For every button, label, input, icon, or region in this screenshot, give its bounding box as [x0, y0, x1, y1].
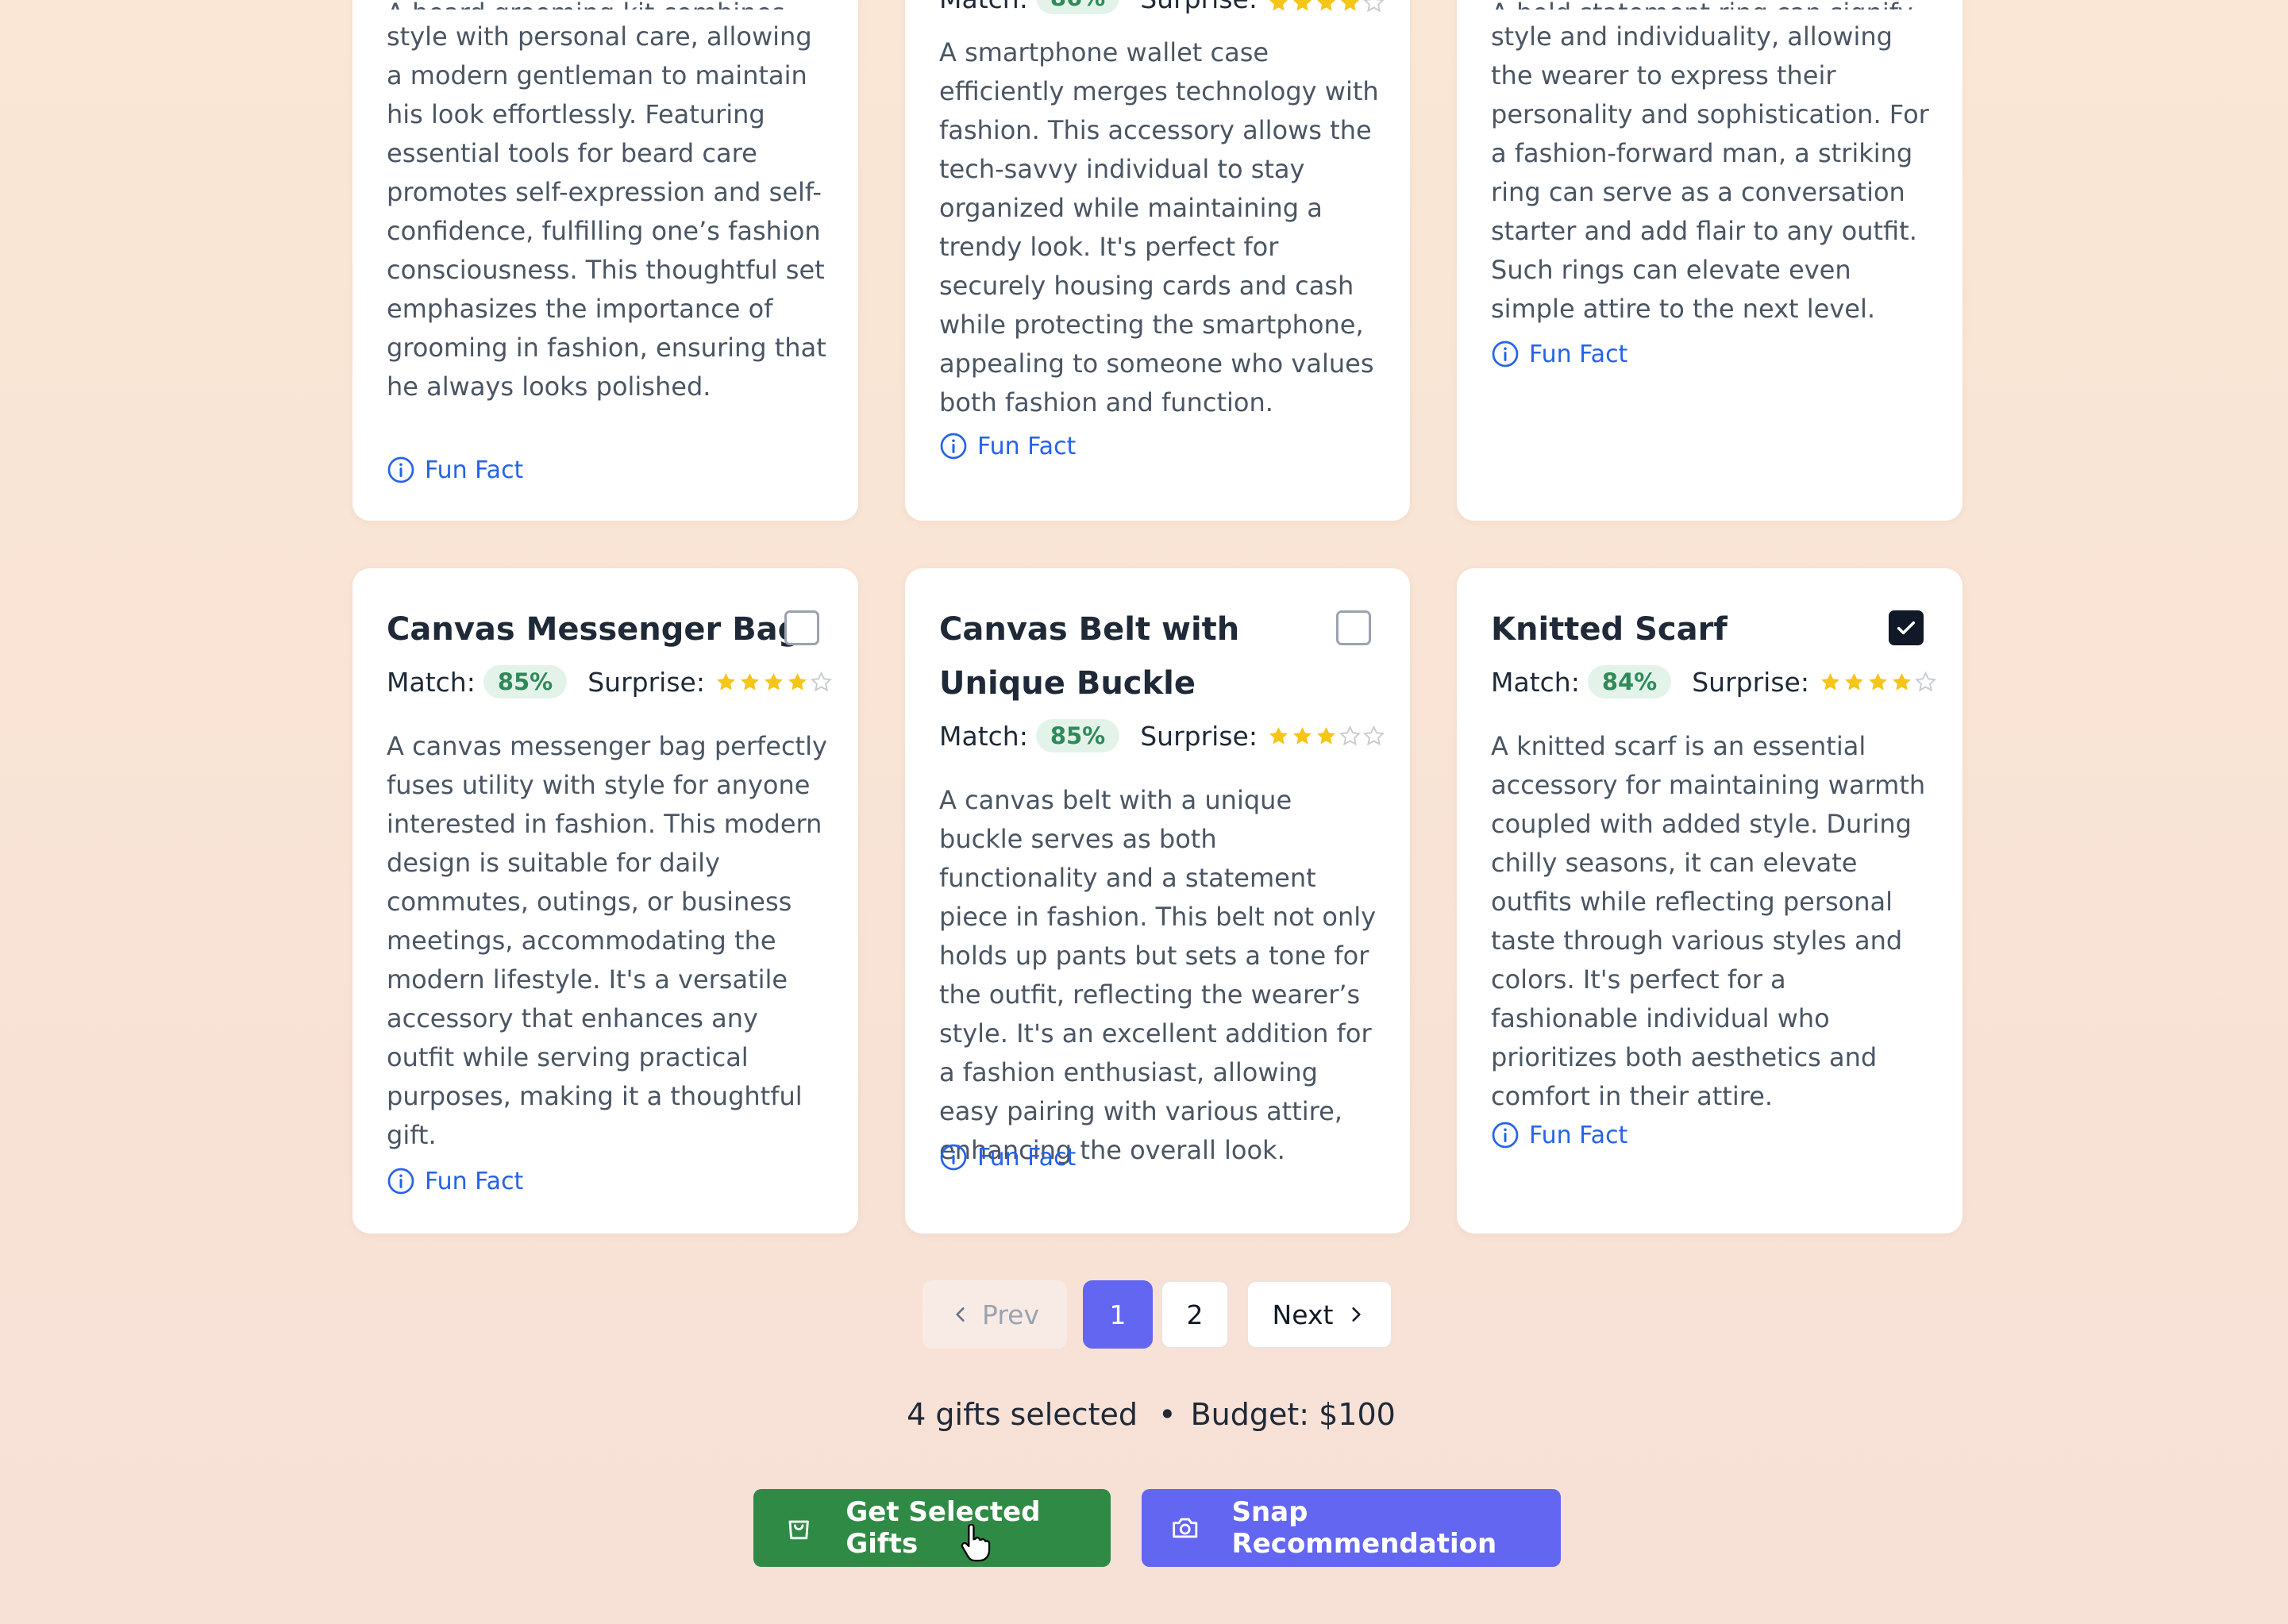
fun-fact-link[interactable]: Fun Fact	[387, 456, 523, 484]
match-label: Match:	[387, 666, 476, 698]
select-checkbox[interactable]	[1336, 610, 1371, 645]
card-partial-title: A beard grooming kit combines	[387, 0, 828, 10]
fun-fact-label: Fun Fact	[425, 1167, 524, 1195]
gift-card-knitted-scarf[interactable]: Knitted Scarf Match: 84% Surprise: A kni…	[1457, 568, 1963, 1233]
fun-fact-label: Fun Fact	[977, 432, 1077, 460]
star-icon	[810, 671, 833, 694]
fun-fact-link[interactable]: Fun Fact	[939, 432, 1076, 460]
match-badge: 84%	[1587, 665, 1672, 698]
star-icon	[1267, 0, 1290, 14]
surprise-stars	[1267, 725, 1386, 748]
selection-summary: 4 gifts selected • Budget: $100	[810, 1397, 1493, 1432]
star-icon	[1890, 671, 1913, 694]
star-icon	[1866, 671, 1889, 694]
match-badge: 85%	[1035, 719, 1120, 752]
prev-page-button[interactable]: Prev	[923, 1280, 1067, 1349]
surprise-stars	[1267, 0, 1386, 14]
star-icon	[738, 671, 761, 694]
card-meta: Match: 84% Surprise:	[1491, 665, 1938, 698]
info-icon	[1491, 340, 1520, 368]
surprise-stars	[715, 671, 834, 694]
star-icon	[1819, 671, 1842, 694]
card-description: style with personal care, allowing a mod…	[387, 21, 826, 402]
card-description: style and individuality, allowing the we…	[1491, 21, 1929, 324]
star-icon	[1362, 0, 1385, 14]
select-checkbox[interactable]	[1889, 610, 1924, 645]
star-icon	[786, 671, 809, 694]
card-meta: Match: 85% Surprise:	[387, 665, 834, 698]
gift-card-statement-ring: A bold statement ring can signify style …	[1457, 0, 1963, 521]
chevron-right-icon	[1352, 1307, 1362, 1322]
card-description: A canvas messenger bag perfectly fuses u…	[387, 731, 827, 1150]
surprise-stars	[1819, 671, 1938, 694]
snap-recommendation-label: Snap Recommendation	[1231, 1496, 1497, 1560]
card-title: Canvas Messenger Bag	[387, 611, 801, 648]
shopping-bag-icon	[788, 1520, 809, 1540]
fun-fact-link[interactable]: Fun Fact	[1491, 1121, 1627, 1149]
card-partial-title: A bold statement ring can signify	[1491, 0, 1932, 10]
star-icon	[1315, 725, 1338, 748]
star-icon	[1362, 725, 1385, 748]
card-title: Knitted Scarf	[1491, 611, 1728, 648]
fun-fact-label: Fun Fact	[1529, 340, 1628, 368]
gift-card-beard-kit: A beard grooming kit combines style with…	[352, 0, 858, 521]
star-icon	[715, 671, 738, 694]
camera-icon	[1173, 1518, 1198, 1538]
surprise-label: Surprise:	[1140, 0, 1258, 14]
star-icon	[1315, 0, 1338, 14]
star-icon	[1914, 671, 1937, 694]
info-icon	[939, 432, 968, 460]
gift-card-canvas-belt[interactable]: Canvas Belt with Unique Buckle Match: 85…	[905, 568, 1410, 1233]
select-checkbox[interactable]	[784, 610, 819, 645]
match-label: Match:	[1491, 666, 1580, 698]
fun-fact-label: Fun Fact	[425, 456, 524, 484]
card-description: A canvas belt with a unique buckle serve…	[939, 785, 1377, 1165]
info-icon	[1491, 1121, 1520, 1149]
chevron-left-icon	[956, 1307, 965, 1322]
star-icon	[1267, 725, 1290, 748]
card-title: Canvas Belt with Unique Buckle	[939, 611, 1240, 702]
info-icon	[939, 1143, 968, 1172]
page-2-button[interactable]: 2	[1161, 1280, 1229, 1349]
star-icon	[1291, 0, 1314, 14]
gift-card-messenger-bag[interactable]: Canvas Messenger Bag Match: 85% Surprise…	[352, 568, 858, 1233]
fun-fact-link[interactable]: Fun Fact	[1491, 340, 1627, 368]
match-badge: 86%	[1035, 0, 1120, 14]
star-icon	[1843, 671, 1866, 694]
fun-fact-label: Fun Fact	[1529, 1121, 1628, 1149]
fun-fact-label: Fun Fact	[977, 1143, 1077, 1172]
info-icon	[387, 1167, 415, 1195]
next-label: Next	[1272, 1299, 1334, 1330]
card-meta: Match: 85% Surprise:	[939, 719, 1386, 752]
snap-recommendation-button[interactable]: Snap Recommendation	[1142, 1489, 1561, 1567]
selected-count: 4 gifts selected	[907, 1397, 1138, 1432]
card-meta: Match: 86% Surprise:	[939, 0, 1386, 14]
fun-fact-link[interactable]: Fun Fact	[387, 1167, 523, 1195]
hand-pointer-icon	[961, 1524, 991, 1562]
get-selected-gifts-button[interactable]: Get Selected Gifts	[753, 1489, 1111, 1567]
page-1-button[interactable]: 1	[1083, 1280, 1153, 1349]
separator: •	[1158, 1397, 1177, 1432]
fun-fact-link[interactable]: Fun Fact	[939, 1143, 1076, 1172]
card-description: A knitted scarf is an essential accessor…	[1491, 731, 1926, 1111]
prev-label: Prev	[982, 1299, 1039, 1330]
star-icon	[1339, 725, 1362, 748]
surprise-label: Surprise:	[587, 666, 705, 698]
surprise-label: Surprise:	[1692, 666, 1809, 698]
page-number: 1	[1109, 1299, 1127, 1330]
card-description: A smartphone wallet case efficiently mer…	[939, 37, 1379, 418]
gift-card-smartphone-wallet: Match: 86% Surprise: A smartphone wallet…	[905, 0, 1410, 521]
next-page-button[interactable]: Next	[1246, 1280, 1392, 1349]
check-icon	[1897, 621, 1916, 635]
match-label: Match:	[939, 0, 1028, 14]
budget: Budget: $100	[1190, 1397, 1396, 1432]
surprise-label: Surprise:	[1140, 720, 1258, 752]
info-icon	[387, 456, 415, 484]
match-label: Match:	[939, 720, 1028, 752]
star-icon	[762, 671, 785, 694]
page-number: 2	[1186, 1299, 1204, 1330]
star-icon	[1291, 725, 1314, 748]
match-badge: 85%	[483, 665, 568, 698]
star-icon	[1339, 0, 1362, 14]
